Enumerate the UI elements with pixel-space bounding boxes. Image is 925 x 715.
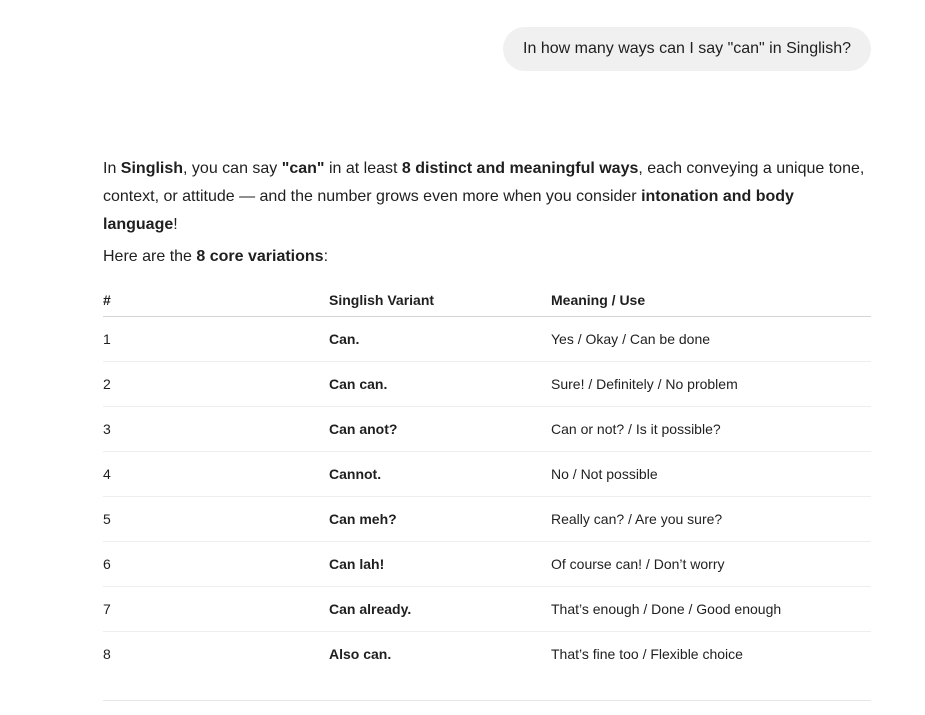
row-number: 2 bbox=[103, 361, 329, 407]
intro-paragraph: In Singlish, you can say "can" in at lea… bbox=[103, 155, 873, 239]
intro-text-1: In bbox=[103, 160, 121, 177]
row-variant: Can lah! bbox=[329, 541, 551, 587]
row-variant: Can. bbox=[329, 316, 551, 362]
row-meaning: Can or not? / Is it possible? bbox=[551, 406, 871, 452]
row-variant: Can anot? bbox=[329, 406, 551, 452]
row-number: 1 bbox=[103, 316, 329, 362]
lead-bold-1: 8 core variations bbox=[196, 248, 324, 265]
user-message-text: In how many ways can I say "can" in Sing… bbox=[523, 40, 851, 57]
table-row: 4 Cannot. No / Not possible bbox=[103, 451, 871, 497]
row-number: 5 bbox=[103, 496, 329, 542]
header-number: # bbox=[103, 284, 329, 317]
table-row: 1 Can. Yes / Okay / Can be done bbox=[103, 316, 871, 362]
header-variant: Singlish Variant bbox=[329, 284, 551, 317]
row-number: 7 bbox=[103, 586, 329, 632]
table-row: 5 Can meh? Really can? / Are you sure? bbox=[103, 496, 871, 542]
row-meaning: Sure! / Definitely / No problem bbox=[551, 361, 871, 407]
row-variant: Also can. bbox=[329, 646, 392, 662]
table-row: 3 Can anot? Can or not? / Is it possible… bbox=[103, 406, 871, 452]
table-row: 2 Can can. Sure! / Definitely / No probl… bbox=[103, 361, 871, 407]
variations-table: # Singlish Variant Meaning / Use 1 Can. … bbox=[103, 284, 871, 676]
table-row: 8 Also can. That’s fine too / Flexible c… bbox=[103, 632, 871, 677]
row-variant: Can can. bbox=[329, 361, 551, 407]
intro-bold-3: 8 distinct and meaningful ways bbox=[401, 160, 639, 177]
row-meaning: Really can? / Are you sure? bbox=[551, 496, 871, 542]
row-meaning: No / Not possible bbox=[551, 451, 871, 497]
lead-paragraph: Here are the 8 core variations: bbox=[103, 247, 873, 267]
header-meaning: Meaning / Use bbox=[551, 284, 871, 317]
row-number: 6 bbox=[103, 541, 329, 587]
intro-text-3: in at least bbox=[324, 160, 402, 177]
row-variant: Can already. bbox=[329, 586, 551, 632]
intro-text-5: ! bbox=[173, 216, 178, 233]
row-number: 8 bbox=[103, 646, 111, 662]
lead-text-1: Here are the bbox=[103, 248, 197, 265]
table-header-row: # Singlish Variant Meaning / Use bbox=[103, 284, 871, 317]
table-row: 7 Can already. That’s enough / Done / Go… bbox=[103, 586, 871, 632]
row-meaning: That’s enough / Done / Good enough bbox=[551, 586, 871, 632]
row-meaning: Yes / Okay / Can be done bbox=[551, 316, 871, 362]
intro-bold-1: Singlish bbox=[120, 160, 184, 177]
lead-text-2: : bbox=[323, 248, 329, 265]
intro-text-2: , you can say bbox=[183, 160, 282, 177]
user-message-bubble: In how many ways can I say "can" in Sing… bbox=[503, 27, 871, 71]
row-meaning: That’s fine too / Flexible choice bbox=[551, 646, 743, 662]
table-row: 6 Can lah! Of course can! / Don’t worry bbox=[103, 541, 871, 587]
row-number: 4 bbox=[103, 451, 329, 497]
bottom-divider bbox=[103, 700, 871, 701]
assistant-response: In Singlish, you can say "can" in at lea… bbox=[103, 155, 873, 676]
row-meaning: Of course can! / Don’t worry bbox=[551, 541, 871, 587]
row-variant: Can meh? bbox=[329, 496, 551, 542]
row-number: 3 bbox=[103, 406, 329, 452]
row-variant: Cannot. bbox=[329, 451, 551, 497]
intro-bold-2: "can" bbox=[281, 160, 325, 177]
